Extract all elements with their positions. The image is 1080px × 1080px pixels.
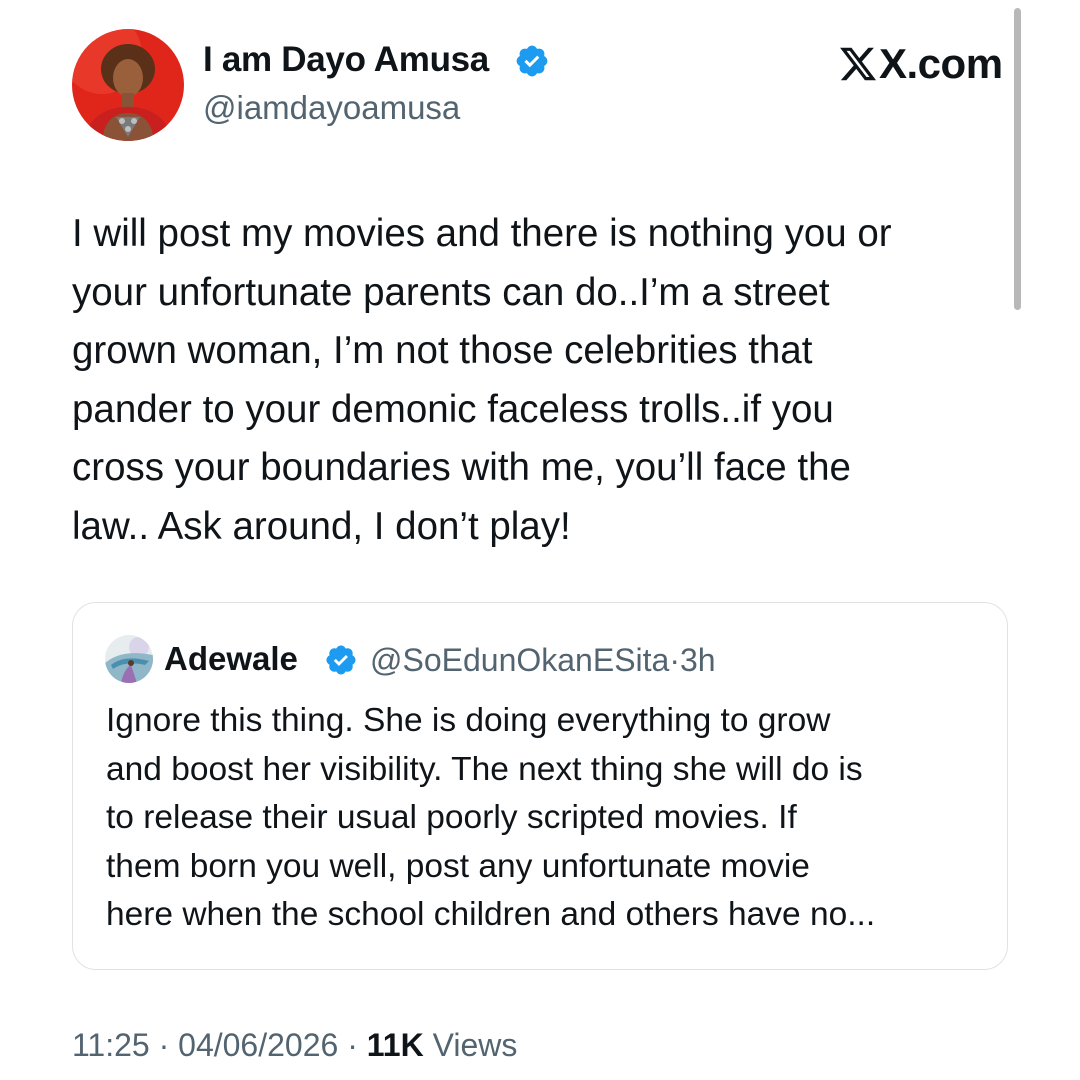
verified-badge-icon bbox=[326, 645, 356, 675]
tweet-line: your unfortunate parents can do..I’m a s… bbox=[72, 270, 830, 314]
quoted-meta: @SoEdunOkanESita·3h bbox=[370, 642, 716, 679]
quoted-line: and boost her visibility. The next thing… bbox=[106, 750, 863, 788]
quoted-tweet-card[interactable]: Adewale @SoEdunOkanESita·3h Ignore this … bbox=[72, 602, 1008, 970]
author-name[interactable]: I am Dayo Amusa bbox=[203, 40, 489, 80]
meta-separator: · bbox=[158, 1027, 170, 1063]
tweet-text: I will post my movies and there is nothi… bbox=[72, 205, 1012, 556]
views-label: Views bbox=[432, 1027, 518, 1063]
quoted-line: to release their usual poorly scripted m… bbox=[106, 799, 797, 836]
author-avatar[interactable] bbox=[72, 29, 184, 141]
quoted-author-avatar[interactable] bbox=[105, 635, 153, 683]
x-logo-icon bbox=[840, 47, 877, 81]
quoted-line: them born you well, post any unfortunate… bbox=[106, 847, 810, 885]
views-count: 11K bbox=[366, 1027, 424, 1063]
quoted-author-handle[interactable]: @SoEdunOkanESita bbox=[370, 642, 669, 678]
tweet-line: law.. Ask around, I don’t play! bbox=[72, 504, 571, 548]
quoted-author-name[interactable]: Adewale bbox=[164, 640, 298, 678]
tweet-line: cross your boundaries with me, you’ll fa… bbox=[72, 446, 851, 489]
meta-separator: · bbox=[347, 1027, 358, 1063]
scrollbar[interactable] bbox=[1014, 8, 1021, 310]
tweet-line: pander to your demonic faceless trolls..… bbox=[72, 387, 834, 431]
author-handle[interactable]: @iamdayoamusa bbox=[203, 89, 460, 127]
verified-badge-icon bbox=[516, 45, 548, 77]
quoted-line: here when the school children and others… bbox=[106, 896, 876, 933]
brand-text: X.com bbox=[879, 40, 1003, 87]
tweet-line: grown woman, I’m not those celebrities t… bbox=[72, 329, 813, 372]
tweet-footer: 11:25 · 04/06/2026 · 11K Views bbox=[72, 1027, 517, 1064]
quoted-tweet-text: Ignore this thing. She is doing everythi… bbox=[106, 697, 996, 940]
x-brand: X.com bbox=[838, 40, 1003, 87]
quoted-timestamp[interactable]: 3h bbox=[680, 642, 716, 678]
meta-separator: · bbox=[669, 642, 680, 678]
tweet-time[interactable]: 11:25 bbox=[72, 1027, 150, 1063]
tweet-date[interactable]: 04/06/2026 bbox=[178, 1027, 338, 1063]
quoted-line: Ignore this thing. She is doing everythi… bbox=[106, 702, 831, 739]
tweet-line: I will post my movies and there is nothi… bbox=[72, 212, 892, 255]
